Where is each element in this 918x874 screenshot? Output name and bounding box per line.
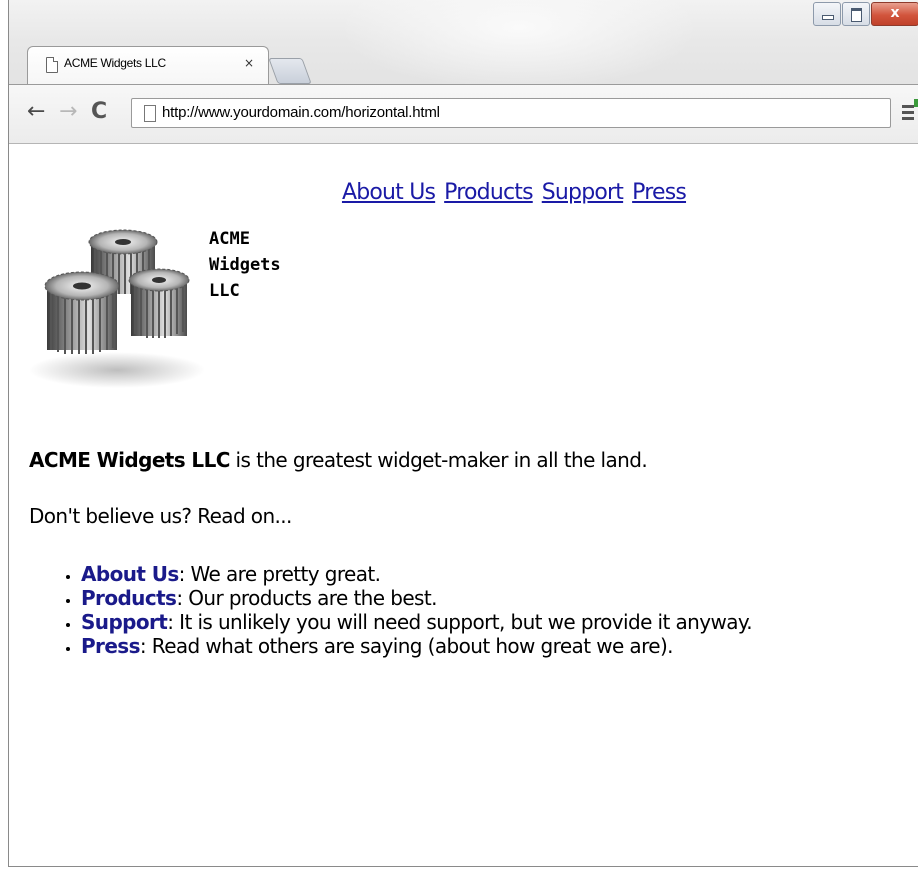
page-content: About Us Products Support Press ACME Wid… bbox=[9, 144, 918, 866]
new-tab-button[interactable] bbox=[268, 58, 312, 84]
list-item-name: Press bbox=[81, 634, 141, 658]
list-item-text: : Our products are the best. bbox=[176, 586, 437, 610]
lead-paragraph: Don't believe us? Read on... bbox=[29, 504, 292, 528]
browser-window: x ACME Widgets LLC × ← → C http://www.yo… bbox=[8, 0, 918, 867]
gears-logo-icon bbox=[29, 229, 205, 388]
maximize-button[interactable] bbox=[842, 2, 870, 26]
list-item-name: Products bbox=[81, 586, 177, 610]
update-badge-icon bbox=[914, 99, 918, 107]
reload-icon[interactable]: C bbox=[91, 99, 107, 125]
company-name-line: LLC bbox=[209, 281, 240, 301]
menu-icon[interactable] bbox=[902, 99, 918, 123]
intro-company-name: ACME Widgets LLC bbox=[29, 448, 230, 472]
list-item: About Us: We are pretty great. bbox=[81, 562, 752, 586]
top-nav: About Us Products Support Press bbox=[9, 180, 918, 205]
intro-text: is the greatest widget-maker in all the … bbox=[229, 448, 648, 472]
minimize-button[interactable] bbox=[813, 2, 841, 26]
intro-paragraph: ACME Widgets LLC is the greatest widget-… bbox=[29, 448, 648, 472]
browser-tab[interactable]: ACME Widgets LLC × bbox=[27, 46, 269, 84]
list-item-text: : Read what others are saying (about how… bbox=[139, 634, 674, 658]
page-icon bbox=[144, 105, 156, 122]
browser-toolbar: ← → C http://www.yourdomain.com/horizont… bbox=[9, 84, 918, 144]
nav-link-about-us[interactable]: About Us bbox=[342, 180, 436, 205]
list-item-name: About Us bbox=[81, 562, 179, 586]
page-icon bbox=[46, 57, 58, 73]
list-item: Support: It is unlikely you will need su… bbox=[81, 610, 753, 634]
nav-link-press[interactable]: Press bbox=[632, 180, 687, 205]
window-controls: x bbox=[812, 2, 918, 28]
company-name-line: Widgets bbox=[209, 255, 281, 275]
nav-link-products[interactable]: Products bbox=[444, 180, 533, 205]
close-window-button[interactable]: x bbox=[871, 2, 918, 26]
close-tab-icon[interactable]: × bbox=[244, 56, 254, 70]
list-item-name: Support bbox=[81, 610, 168, 634]
forward-arrow-icon[interactable]: → bbox=[59, 99, 77, 125]
list-item-text: : It is unlikely you will need support, … bbox=[167, 610, 753, 634]
company-name-line: ACME bbox=[209, 229, 250, 249]
company-name: ACME Widgets LLC bbox=[209, 226, 281, 304]
tab-title: ACME Widgets LLC bbox=[64, 56, 166, 70]
list-item-text: : We are pretty great. bbox=[178, 562, 381, 586]
url-text[interactable]: http://www.yourdomain.com/horizontal.htm… bbox=[162, 104, 440, 121]
nav-link-support[interactable]: Support bbox=[542, 180, 624, 205]
section-list: About Us: We are pretty great. Products:… bbox=[29, 562, 753, 658]
back-arrow-icon[interactable]: ← bbox=[27, 99, 45, 125]
title-bar: x ACME Widgets LLC × bbox=[9, 0, 918, 92]
list-item: Products: Our products are the best. bbox=[81, 586, 752, 610]
address-bar[interactable]: http://www.yourdomain.com/horizontal.htm… bbox=[131, 98, 891, 128]
list-item: Press: Read what others are saying (abou… bbox=[81, 634, 752, 658]
